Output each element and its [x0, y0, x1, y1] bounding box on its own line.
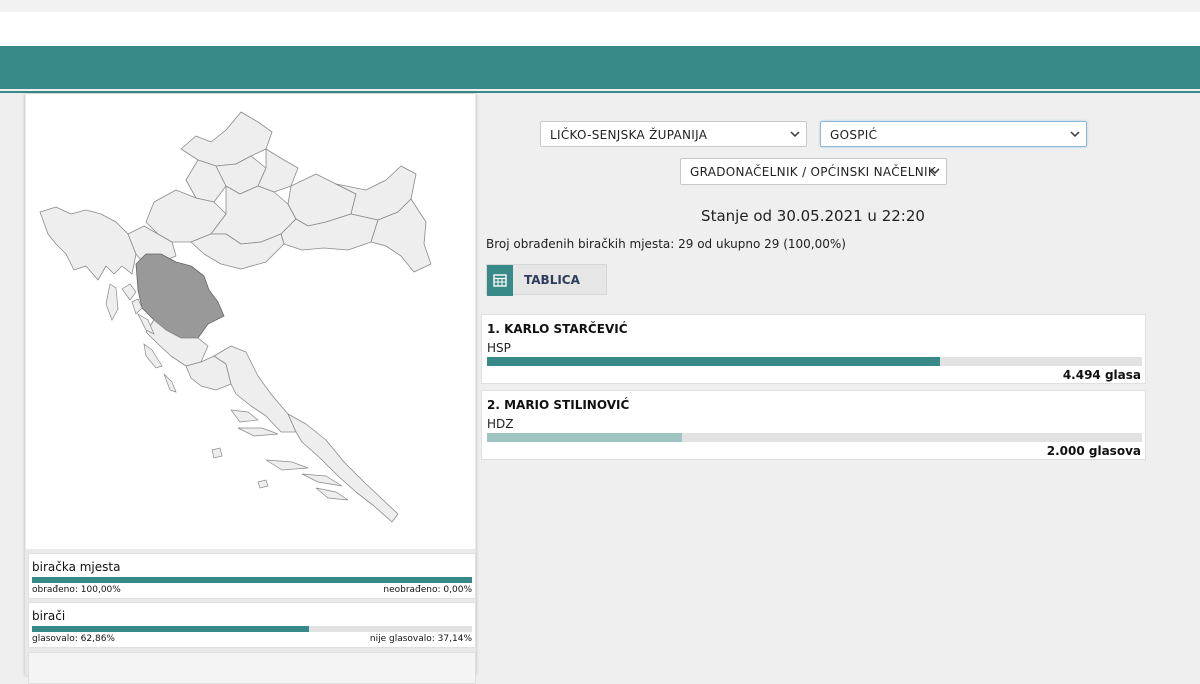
voters-turnout: glasovalo: 62,86% — [32, 634, 115, 644]
map-island-mljet — [315, 487, 349, 501]
table-icon — [487, 265, 513, 296]
map-island-brac — [230, 409, 259, 423]
additional-stat-panel — [28, 652, 476, 684]
county-select[interactable]: LIČKO-SENJSKA ŽUPANIJA — [540, 121, 807, 147]
polling-stations-title: biračka mjesta — [32, 560, 121, 574]
voters-stat: birači glasovalo: 62,86% nije glasovalo:… — [28, 602, 476, 648]
candidate-party: HDZ — [487, 417, 514, 431]
candidate-votes: 2.000 glasova — [1046, 444, 1141, 458]
processed-stations-info: Broj obrađenih biračkih mjesta: 29 od uk… — [486, 237, 846, 251]
map-island-dugi — [143, 343, 163, 369]
map-island-kornati — [163, 373, 177, 393]
candidate-vote-bar-fill — [487, 357, 941, 366]
left-panel: biračka mjesta obrađeno: 100,00% neobrađ… — [25, 94, 476, 684]
polling-stations-unprocessed: neobrađeno: 0,00% — [383, 585, 472, 595]
polling-stations-progress-fill — [32, 577, 472, 583]
candidate-vote-bar-fill — [487, 433, 682, 442]
candidate-name: 1. KARLO STARČEVIĆ — [487, 322, 628, 336]
results-timestamp: Stanje od 30.05.2021 u 22:20 — [701, 207, 925, 225]
map-region-north-1[interactable] — [180, 111, 273, 167]
candidate-name: 2. MARIO STILINOVIĆ — [487, 398, 630, 412]
polling-stations-processed: obrađeno: 100,00% — [32, 585, 121, 595]
map-region-istria[interactable] — [39, 206, 137, 281]
candidate-votes: 4.494 glasa — [1062, 368, 1141, 382]
nav-divider — [0, 91, 1200, 93]
map-island-cres — [105, 283, 119, 321]
voters-progress — [32, 626, 472, 632]
nav-bar — [0, 46, 1200, 89]
candidate-card: 2. MARIO STILINOVIĆ HDZ 2.000 glasova — [481, 390, 1146, 460]
municipality-select-value: GOSPIĆ — [830, 128, 878, 142]
municipality-select[interactable]: GOSPIĆ — [820, 121, 1087, 147]
election-type-select-value: GRADONAČELNIK / OPĆINSKI NAČELNIK — [690, 165, 937, 179]
polling-stations-progress — [32, 577, 472, 583]
chevron-down-icon — [1070, 131, 1080, 138]
table-view-label: TABLICA — [524, 273, 580, 287]
table-view-button[interactable]: TABLICA — [486, 264, 607, 296]
chevron-down-icon — [790, 131, 800, 138]
map-island-vis — [211, 447, 223, 459]
map-island-pelj — [301, 473, 343, 487]
site-header — [0, 12, 1200, 46]
map-island-krk — [121, 283, 137, 301]
candidate-vote-bar — [487, 357, 1142, 366]
candidate-party: HSP — [487, 341, 511, 355]
voters-abstained: nije glasovalo: 37,14% — [369, 634, 472, 644]
election-type-select[interactable]: GRADONAČELNIK / OPĆINSKI NAČELNIK — [680, 158, 947, 185]
browser-top-strip — [0, 0, 1200, 12]
polling-stations-stat: biračka mjesta obrađeno: 100,00% neobrađ… — [28, 553, 476, 599]
map-island-korcula — [265, 459, 309, 471]
county-select-value: LIČKO-SENJSKA ŽUPANIJA — [550, 128, 708, 142]
map-island-lastovo — [257, 479, 269, 489]
map-island-hvar — [237, 427, 279, 437]
voters-progress-fill — [32, 626, 309, 632]
candidate-vote-bar — [487, 433, 1142, 442]
voters-title: birači — [32, 609, 66, 623]
candidate-card: 1. KARLO STARČEVIĆ HSP 4.494 glasa — [481, 314, 1146, 384]
chevron-down-icon — [930, 168, 940, 175]
croatia-map — [26, 94, 475, 549]
